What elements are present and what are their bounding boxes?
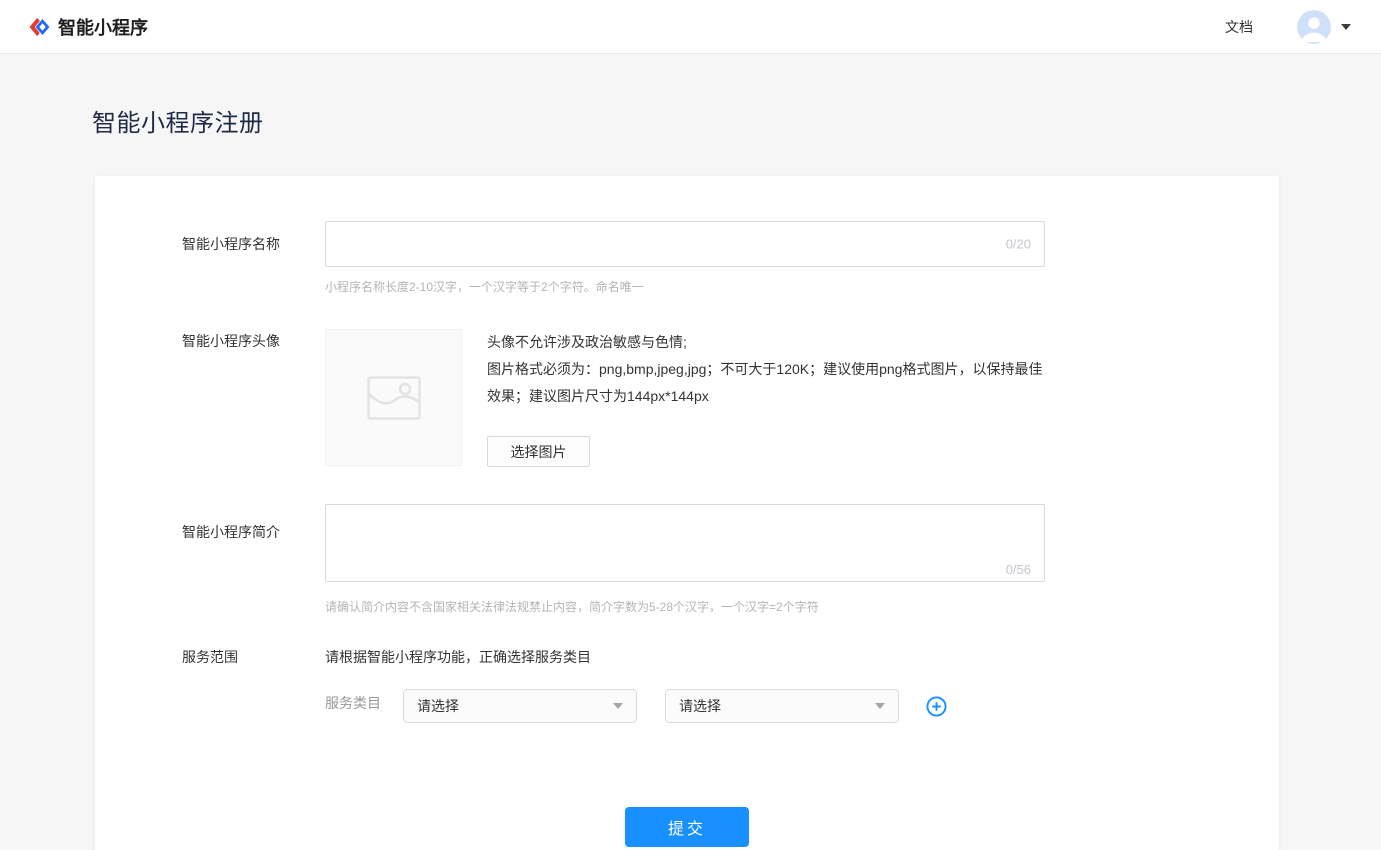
service-instruction: 请根据智能小程序功能，正确选择服务类目 <box>325 647 947 667</box>
add-category-button[interactable] <box>926 696 947 717</box>
top-navbar: 智能小程序 文档 <box>0 0 1381 54</box>
avatar-rules-line1: 头像不允许涉及政治敏感与色情; <box>487 329 1045 356</box>
form-row-service-scope: 服务范围 请根据智能小程序功能，正确选择服务类目 服务类目 请选择 请选择 <box>95 647 1279 723</box>
service-category-label: 服务类目 <box>325 693 381 713</box>
service-scope-label: 服务范围 <box>182 647 325 723</box>
caret-down-icon <box>613 703 623 709</box>
page-title: 智能小程序注册 <box>92 103 1381 138</box>
user-menu-caret-icon[interactable] <box>1341 24 1351 30</box>
name-input[interactable] <box>325 221 1045 267</box>
avatar-image-placeholder <box>325 329 462 466</box>
service-category-select-level2[interactable]: 请选择 <box>665 689 899 723</box>
intro-textarea[interactable] <box>325 504 1045 582</box>
main-content: 智能小程序注册 智能小程序名称 0/20 小程序名称长度2-10汉字，一个汉字等… <box>0 103 1381 850</box>
brand-logo-icon <box>28 16 50 38</box>
select-value: 请选择 <box>417 696 459 716</box>
caret-down-icon <box>875 703 885 709</box>
docs-link[interactable]: 文档 <box>1225 17 1253 37</box>
submit-button[interactable]: 提交 <box>625 807 749 847</box>
form-row-avatar: 智能小程序头像 头像不允许涉及政治敏感与色情; 图片格式必须为：png,bmp,… <box>95 329 1279 467</box>
user-avatar[interactable] <box>1297 10 1331 44</box>
brand-name: 智能小程序 <box>58 14 148 40</box>
name-field-label: 智能小程序名称 <box>182 221 325 296</box>
avatar-rules-line2: 图片格式必须为：png,bmp,jpeg,jpg；不可大于120K；建议使用pn… <box>487 356 1045 410</box>
choose-image-button[interactable]: 选择图片 <box>487 436 590 467</box>
image-outline-icon <box>367 376 421 420</box>
form-row-name: 智能小程序名称 0/20 小程序名称长度2-10汉字，一个汉字等于2个字符。命名… <box>95 221 1279 296</box>
brand-home-link[interactable]: 智能小程序 <box>28 14 148 40</box>
select-value: 请选择 <box>679 696 721 716</box>
form-row-intro: 智能小程序简介 0/56 请确认简介内容不含国家相关法律法规禁止内容，简介字数为… <box>95 504 1279 616</box>
intro-field-hint: 请确认简介内容不含国家相关法律法规禁止内容，简介字数为5-28个汉字，一个汉字=… <box>325 599 1045 616</box>
person-silhouette-icon <box>1297 10 1331 44</box>
registration-form-card: 智能小程序名称 0/20 小程序名称长度2-10汉字，一个汉字等于2个字符。命名… <box>95 176 1279 850</box>
intro-field-label: 智能小程序简介 <box>182 504 325 616</box>
avatar-field-label: 智能小程序头像 <box>182 329 325 467</box>
plus-circle-icon <box>926 696 947 717</box>
name-field-hint: 小程序名称长度2-10汉字，一个汉字等于2个字符。命名唯一 <box>325 279 1045 296</box>
service-category-select-level1[interactable]: 请选择 <box>403 689 637 723</box>
